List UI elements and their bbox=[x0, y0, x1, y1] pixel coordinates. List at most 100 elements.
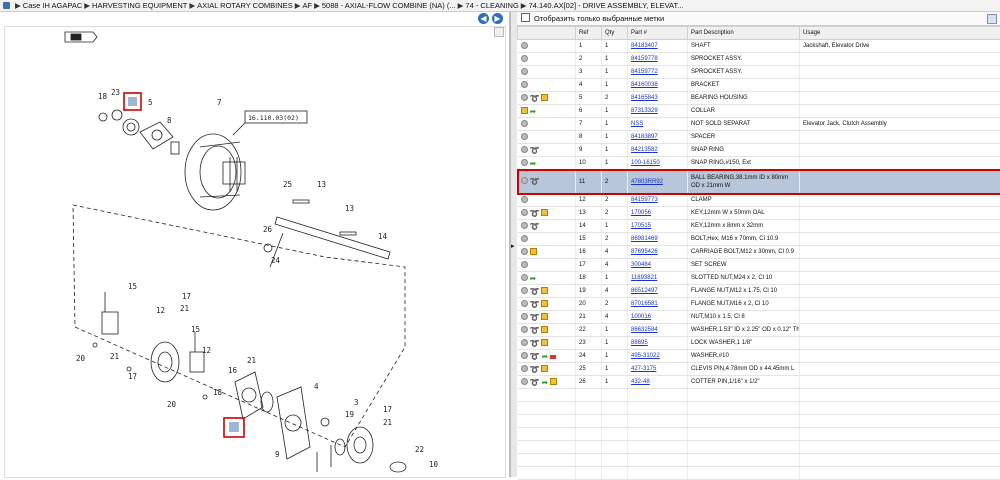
replacement-arrow-icon[interactable]: ➦ bbox=[530, 160, 537, 167]
package-icon[interactable] bbox=[550, 378, 557, 385]
table-row[interactable]: ➦18111893821SLOTTED NUT,M24 x 2, Cl 10 bbox=[518, 272, 1000, 285]
home-icon[interactable] bbox=[3, 2, 10, 9]
gear-icon[interactable] bbox=[521, 222, 528, 229]
package-icon[interactable] bbox=[541, 365, 548, 372]
table-row[interactable]: ➦101100-16150SNAP RING,#150, Ext bbox=[518, 157, 1000, 170]
table-row[interactable]: ➦6187313329COLLAR bbox=[518, 105, 1000, 118]
part-number-link[interactable]: 11893821 bbox=[631, 275, 657, 281]
gear-icon[interactable] bbox=[521, 81, 528, 88]
gear-icon[interactable] bbox=[521, 352, 528, 359]
part-number-link[interactable]: 86632584 bbox=[631, 327, 658, 333]
reference-arrow-icon[interactable]: ➰ bbox=[530, 223, 540, 230]
table-row[interactable]: ➰23188695LOCK WASHER,1 1/8" bbox=[518, 337, 1000, 350]
replacement-arrow-icon[interactable]: ➦ bbox=[530, 275, 537, 282]
part-number-link[interactable]: 84183407 bbox=[631, 43, 658, 49]
replacement-arrow-icon[interactable]: ➦ bbox=[530, 108, 537, 115]
part-number-link[interactable]: 88695 bbox=[631, 340, 648, 346]
table-row[interactable]: ➰132170056KEY,12mm W x 50mm OAL bbox=[518, 207, 1000, 220]
package-icon[interactable] bbox=[530, 248, 537, 255]
gear-icon[interactable] bbox=[521, 339, 528, 346]
breadcrumb-item[interactable]: AXIAL ROTARY COMBINES bbox=[197, 1, 293, 10]
table-row[interactable]: 4184160038BRACKET bbox=[518, 79, 1000, 92]
col-desc[interactable]: Part Description bbox=[688, 27, 800, 40]
package-icon[interactable] bbox=[541, 326, 548, 333]
table-row[interactable]: 174300484SET SCREW bbox=[518, 259, 1000, 272]
part-number-link[interactable]: 86981469 bbox=[631, 236, 658, 242]
gear-icon[interactable] bbox=[521, 261, 528, 268]
gear-icon[interactable] bbox=[521, 120, 528, 127]
gear-icon[interactable] bbox=[521, 209, 528, 216]
package-icon[interactable] bbox=[541, 313, 548, 320]
table-row[interactable]: 8184183897SPACER bbox=[518, 131, 1000, 144]
package-icon[interactable] bbox=[541, 209, 548, 216]
gear-icon[interactable] bbox=[521, 287, 528, 294]
part-number-link[interactable]: 86512497 bbox=[631, 288, 658, 294]
part-number-link[interactable]: 84183897 bbox=[631, 134, 658, 140]
part-number-link[interactable]: 84160038 bbox=[631, 82, 658, 88]
part-number-link[interactable]: 84213582 bbox=[631, 147, 658, 153]
breadcrumb-item[interactable]: Case IH AGAPAC bbox=[23, 1, 82, 10]
reference-arrow-icon[interactable]: ➰ bbox=[530, 210, 540, 217]
part-number-link[interactable]: NSS bbox=[631, 121, 643, 127]
package-icon[interactable] bbox=[541, 300, 548, 307]
replacement-arrow-icon[interactable]: ➦ bbox=[541, 379, 548, 386]
part-number-link[interactable]: 84165843 bbox=[631, 95, 658, 101]
back-arrow-icon[interactable]: ◀ bbox=[478, 13, 489, 24]
reference-arrow-icon[interactable]: ➰ bbox=[530, 95, 540, 102]
gear-icon[interactable] bbox=[521, 94, 528, 101]
part-number-link[interactable]: 87313329 bbox=[631, 108, 658, 114]
replacement-arrow-icon[interactable]: ➦ bbox=[541, 353, 548, 360]
breadcrumb-item[interactable]: 5088 - AXIAL-FLOW COMBINE (NA) (... bbox=[322, 1, 456, 10]
table-row[interactable]: 2184159778SPROCKET ASSY. bbox=[518, 53, 1000, 66]
gear-icon[interactable] bbox=[521, 42, 528, 49]
part-number-link[interactable]: 84159773 bbox=[631, 197, 658, 203]
gear-icon[interactable] bbox=[521, 365, 528, 372]
package-icon[interactable] bbox=[521, 107, 528, 114]
table-row[interactable]: 12284159773CLAMP bbox=[518, 194, 1000, 207]
part-number-link[interactable]: 47803RR92 bbox=[631, 179, 663, 185]
reference-arrow-icon[interactable]: ➰ bbox=[530, 366, 540, 373]
panel-options-icon[interactable] bbox=[987, 14, 997, 24]
part-number-link[interactable]: 170056 bbox=[631, 210, 651, 216]
gear-icon[interactable] bbox=[521, 378, 528, 385]
breadcrumb-item[interactable]: AF bbox=[302, 1, 312, 10]
table-row[interactable]: ➰9184213582SNAP RING bbox=[518, 144, 1000, 157]
reference-arrow-icon[interactable]: ➰ bbox=[530, 147, 540, 154]
gear-icon[interactable] bbox=[521, 313, 528, 320]
gear-icon[interactable] bbox=[521, 274, 528, 281]
gear-icon[interactable] bbox=[521, 300, 528, 307]
table-row[interactable]: ➰141170515KEY,12mm x 8mm x 32mm bbox=[518, 220, 1000, 233]
gear-icon[interactable] bbox=[521, 326, 528, 333]
part-number-link[interactable]: 170515 bbox=[631, 223, 651, 229]
table-row[interactable]: 15286981469BOLT,Hex, M16 x 70mm, Cl 10.9 bbox=[518, 233, 1000, 246]
table-row[interactable]: 16487695426CARRIAGE BOLT,M12 x 30mm, Cl … bbox=[518, 246, 1000, 259]
gear-icon[interactable] bbox=[521, 248, 528, 255]
col-ref[interactable]: Ref bbox=[576, 27, 602, 40]
table-row[interactable]: 3184159772SPROCKET ASSY. bbox=[518, 66, 1000, 79]
part-number-link[interactable]: 84159778 bbox=[631, 56, 658, 62]
table-row[interactable]: 71NSSNOT SOLD SEPARATElevator Jack, Clut… bbox=[518, 118, 1000, 131]
reference-arrow-icon[interactable]: ➰ bbox=[530, 178, 540, 185]
show-selected-checkbox[interactable] bbox=[521, 13, 530, 22]
breadcrumb-item[interactable]: 74.140.AX[02] - DRIVE ASSEMBLY, ELEVAT..… bbox=[529, 1, 684, 10]
part-number-link[interactable]: 300484 bbox=[631, 262, 651, 268]
gear-icon[interactable] bbox=[521, 146, 528, 153]
part-number-link[interactable]: 100016 bbox=[631, 314, 651, 320]
part-number-link[interactable]: 84159772 bbox=[631, 69, 658, 75]
flag-icon[interactable] bbox=[550, 353, 556, 359]
gear-icon[interactable] bbox=[521, 196, 528, 203]
splitter-arrow-icon[interactable]: ▸ bbox=[511, 242, 515, 250]
table-row[interactable]: ➰➦241495-31022WASHER,#10 bbox=[518, 350, 1000, 363]
breadcrumb-item[interactable]: 74 - CLEANING bbox=[465, 1, 518, 10]
col-qty[interactable]: Qty bbox=[602, 27, 628, 40]
package-icon[interactable] bbox=[541, 94, 548, 101]
part-number-link[interactable]: 427-3175 bbox=[631, 366, 656, 372]
reference-arrow-icon[interactable]: ➰ bbox=[530, 327, 540, 334]
breadcrumb-item[interactable]: HARVESTING EQUIPMENT bbox=[92, 1, 187, 10]
gear-icon[interactable] bbox=[521, 177, 528, 184]
reference-arrow-icon[interactable]: ➰ bbox=[530, 314, 540, 321]
gear-icon[interactable] bbox=[521, 55, 528, 62]
part-number-link[interactable]: 87016581 bbox=[631, 301, 658, 307]
package-icon[interactable] bbox=[541, 339, 548, 346]
table-row[interactable]: ➰251427-3175CLEVIS PIN,4.78mm OD x 44.45… bbox=[518, 363, 1000, 376]
